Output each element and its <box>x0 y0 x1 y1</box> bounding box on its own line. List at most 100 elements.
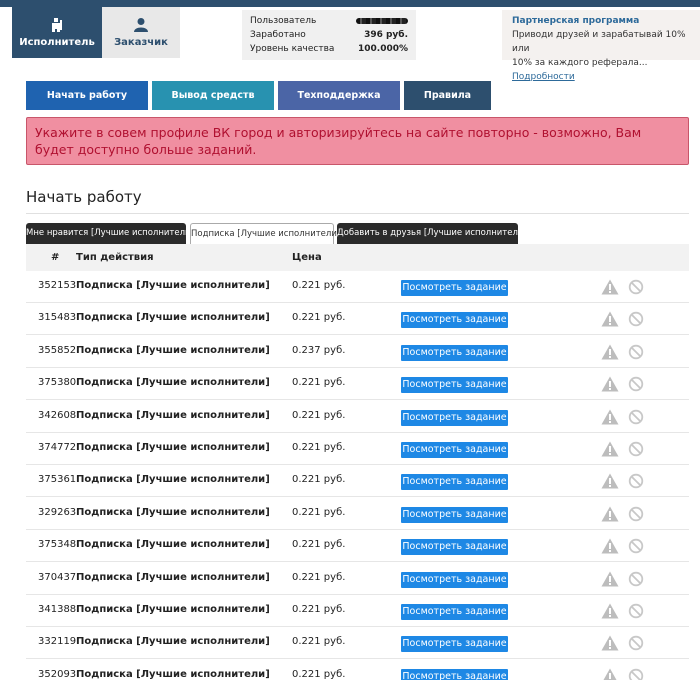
partner-text-2: 10% за каждого реферала... <box>512 58 648 68</box>
block-icon[interactable] <box>628 571 644 587</box>
warning-icon[interactable] <box>601 635 619 651</box>
partner-details-link[interactable]: Подробности <box>512 72 575 82</box>
view-task-button[interactable]: Посмотреть задание <box>401 571 508 588</box>
table-row: 352093 Подписка [Лучшие исполнители] 0.221… <box>26 660 689 680</box>
view-task-button[interactable]: Посмотреть задание <box>401 636 508 653</box>
task-type: Подписка [Лучшие исполнители] <box>76 312 270 324</box>
task-id: 332119 <box>38 636 77 648</box>
view-task-button[interactable]: Посмотреть задание <box>401 344 508 361</box>
block-icon[interactable] <box>628 538 644 554</box>
task-type: Подписка [Лучшие исполнители] <box>76 668 270 680</box>
warning-icon[interactable] <box>601 441 619 457</box>
task-price: 0.221 руб. <box>292 280 346 291</box>
task-id: 342608 <box>38 409 77 421</box>
view-task-button[interactable]: Посмотреть задание <box>401 312 508 329</box>
tab-add-friends[interactable]: Добавить в друзья [Лучшие исполнители] <box>337 223 527 244</box>
partner-text-1: Приводи друзей и зарабатывай 10% или <box>512 30 686 54</box>
tab-subscribe[interactable]: Подписка [Лучшие исполнители] <box>190 223 340 244</box>
user-stats-panel: Пользователь Заработано 396 руб. Уровень … <box>242 10 416 60</box>
block-icon[interactable] <box>628 441 644 457</box>
role-executor-label: Исполнитель <box>19 37 95 48</box>
task-type: Подписка [Лучшие исполнители] <box>76 571 270 583</box>
block-icon[interactable] <box>628 473 644 489</box>
page-title: Начать работу <box>26 188 142 206</box>
task-id: 375361 <box>38 474 77 486</box>
col-num-header: # <box>51 252 60 263</box>
block-icon[interactable] <box>628 344 644 360</box>
table-row: 370437 Подписка [Лучшие исполнители] 0.221… <box>26 563 689 595</box>
view-task-button[interactable]: Посмотреть задание <box>401 280 508 296</box>
block-icon[interactable] <box>628 603 644 619</box>
view-task-button[interactable]: Посмотреть задание <box>401 442 508 458</box>
task-id: 370437 <box>38 571 77 583</box>
view-task-button[interactable]: Посмотреть задание <box>401 474 508 491</box>
task-price: 0.221 руб. <box>292 312 346 324</box>
warning-icon[interactable] <box>601 506 619 522</box>
table-row: 341388 Подписка [Лучшие исполнители] 0.221… <box>26 595 689 627</box>
block-icon[interactable] <box>628 409 644 425</box>
block-icon[interactable] <box>628 668 644 680</box>
task-id: 352093 <box>38 668 77 680</box>
warning-icon[interactable] <box>601 538 619 554</box>
tab-likes[interactable]: Мне нравится [Лучшие исполнители] <box>26 223 194 244</box>
table-row: 374772 Подписка [Лучшие исполнители] 0.221… <box>26 433 689 465</box>
task-price: 0.221 руб. <box>292 539 346 551</box>
warning-icon[interactable] <box>601 409 619 425</box>
task-type: Подписка [Лучшие исполнители] <box>76 280 270 291</box>
block-icon[interactable] <box>628 279 644 295</box>
warning-icon[interactable] <box>601 279 619 295</box>
view-task-button[interactable]: Посмотреть задание <box>401 409 508 426</box>
warning-icon[interactable] <box>601 473 619 489</box>
task-price: 0.221 руб. <box>292 442 346 453</box>
view-task-button[interactable]: Посмотреть задание <box>401 604 508 620</box>
block-icon[interactable] <box>628 506 644 522</box>
task-price: 0.221 руб. <box>292 506 346 518</box>
alert-message: Укажите в совем профиле ВК город и автор… <box>26 117 689 165</box>
partner-program-panel: Партнерская программа Приводи друзей и з… <box>502 10 700 82</box>
task-type: Подписка [Лучшие исполнители] <box>76 474 270 486</box>
divider <box>26 213 689 214</box>
table-row: 375380 Подписка [Лучшие исполнители] 0.221… <box>26 368 689 401</box>
task-type: Подписка [Лучшие исполнители] <box>76 409 270 421</box>
task-type: Подписка [Лучшие исполнители] <box>76 377 270 389</box>
task-price: 0.221 руб. <box>292 604 346 615</box>
table-row: 332119 Подписка [Лучшие исполнители] 0.221… <box>26 627 689 660</box>
warning-icon[interactable] <box>601 668 619 680</box>
table-row: 355852 Подписка [Лучшие исполнители] 0.237… <box>26 336 689 368</box>
task-price: 0.221 руб. <box>292 668 346 680</box>
task-id: 352153 <box>38 280 77 291</box>
view-task-button[interactable]: Посмотреть задание <box>401 668 508 680</box>
block-icon[interactable] <box>628 376 644 392</box>
view-task-button[interactable]: Посмотреть задание <box>401 506 508 523</box>
col-price-header: Цена <box>292 252 322 263</box>
quality-value: 100.000% <box>357 44 408 54</box>
view-task-button[interactable]: Посмотреть задание <box>401 377 508 394</box>
table-row: 352153 Подписка [Лучшие исполнители] 0.221… <box>26 271 689 303</box>
task-id: 341388 <box>38 604 77 615</box>
warning-icon[interactable] <box>601 311 619 327</box>
col-type-header: Тип действия <box>76 252 154 263</box>
role-tab-customer[interactable]: Заказчик <box>102 7 180 58</box>
task-id: 375380 <box>38 377 77 389</box>
table-header: # Тип действия Цена <box>26 244 689 271</box>
table-row: 329263 Подписка [Лучшие исполнители] 0.221… <box>26 498 689 530</box>
role-tab-executor[interactable]: Исполнитель <box>12 7 102 58</box>
warning-icon[interactable] <box>601 344 619 360</box>
task-price: 0.221 руб. <box>292 409 346 421</box>
view-task-button[interactable]: Посмотреть задание <box>401 539 508 556</box>
table-row: 375348 Подписка [Лучшие исполнители] 0.221… <box>26 530 689 563</box>
nav-support-button[interactable]: Техподдержка <box>278 81 400 110</box>
nav-start-work-button[interactable]: Начать работу <box>26 81 148 110</box>
warning-icon[interactable] <box>601 603 619 619</box>
user-icon <box>134 18 148 32</box>
task-price: 0.221 руб. <box>292 571 346 583</box>
task-type: Подписка [Лучшие исполнители] <box>76 344 270 356</box>
nav-rules-button[interactable]: Правила <box>404 81 491 110</box>
warning-icon[interactable] <box>601 376 619 392</box>
task-id: 315483 <box>38 312 77 324</box>
block-icon[interactable] <box>628 635 644 651</box>
warning-icon[interactable] <box>601 571 619 587</box>
block-icon[interactable] <box>628 311 644 327</box>
nav-withdraw-button[interactable]: Вывод средств <box>152 81 274 110</box>
task-id: 375348 <box>38 539 77 551</box>
